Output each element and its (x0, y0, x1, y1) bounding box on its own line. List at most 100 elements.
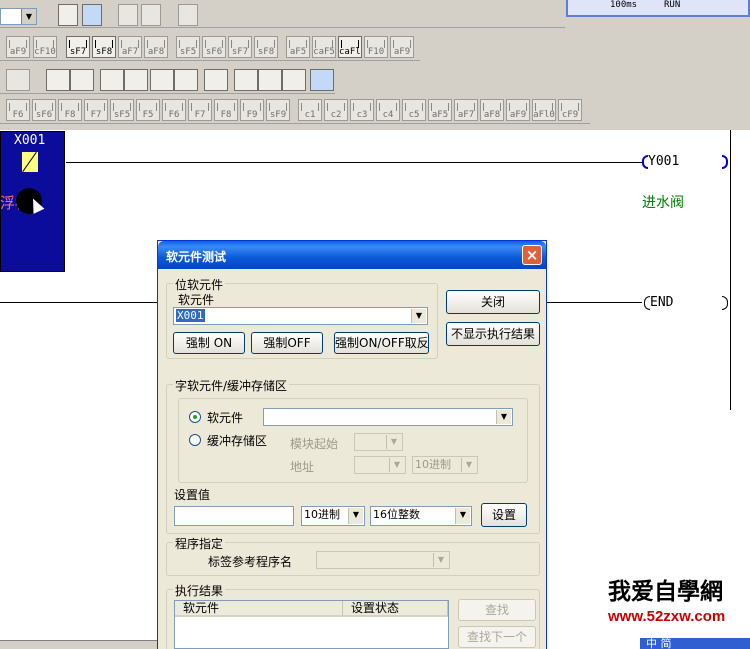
key-F8[interactable]: F8 (58, 99, 82, 121)
toolbar-icon-r3g[interactable] (258, 69, 282, 91)
force-toggle-button[interactable]: 强制ON/OFF取反 (334, 332, 429, 354)
bit-device-label: 软元件 (178, 293, 215, 307)
toolbar-icon-c[interactable] (178, 4, 198, 26)
close-button[interactable]: 关闭 (446, 290, 540, 314)
monitor-tree-icon[interactable] (82, 4, 102, 26)
key-F8b[interactable]: F8 (214, 99, 238, 121)
chevron-down-icon[interactable]: ▼ (433, 553, 448, 567)
label-reference-label: 标签参考程序名 (208, 555, 293, 569)
chevron-down-icon[interactable]: ▼ (411, 309, 426, 323)
key-c3[interactable]: c3 (350, 99, 374, 121)
chevron-down-icon[interactable]: ▼ (21, 9, 36, 24)
find-button[interactable]: 查找 (458, 599, 536, 621)
address-radix-combo[interactable]: 10进制 ▼ (412, 456, 478, 474)
window-icon[interactable] (310, 69, 334, 91)
toolbar-icon-r3e[interactable] (174, 69, 198, 91)
key-aF8[interactable]: aF8 (144, 36, 168, 58)
address-combo[interactable]: ▼ (354, 456, 406, 474)
key-caF5[interactable]: caF5 (312, 36, 336, 58)
key-F9[interactable]: F9 (240, 99, 264, 121)
coil-y001-label[interactable]: Y001 (648, 154, 679, 169)
module-start-combo[interactable]: ▼ (354, 433, 403, 451)
chevron-down-icon[interactable]: ▼ (496, 410, 511, 424)
toolbar-icon-r3c[interactable] (124, 69, 148, 91)
toolbar-icon-r3h[interactable] (282, 69, 306, 91)
toolbar-icon-r3b[interactable] (100, 69, 124, 91)
key-caFl0[interactable]: caFl0 (338, 36, 362, 58)
key-F5[interactable]: F5 (136, 99, 160, 121)
chevron-down-icon[interactable]: ▼ (455, 508, 470, 524)
radio-device[interactable] (189, 411, 201, 423)
column-device[interactable]: 软元件 (175, 601, 343, 617)
toolbar-icon-r3f[interactable] (234, 69, 258, 91)
toolbar-combo[interactable]: ▼ (0, 8, 37, 25)
device-search-icon[interactable] (58, 4, 78, 26)
key-sF6[interactable]: sF6 (202, 36, 226, 58)
set-value-label: 设置值 (174, 488, 211, 502)
key-aF5[interactable]: aF5 (428, 99, 452, 121)
device-batch-icon[interactable] (46, 69, 70, 91)
watermark-logo: 我爱自學網 (608, 572, 750, 602)
key-sF8[interactable]: sF8 (92, 36, 116, 58)
key-c5[interactable]: c5 (402, 99, 426, 121)
find-next-button[interactable]: 查找下一个 (458, 626, 536, 648)
word-device-combo[interactable]: ▼ (263, 408, 513, 426)
force-off-button[interactable]: 强制OFF (251, 332, 323, 354)
set-value-input[interactable] (174, 506, 294, 526)
key-c2[interactable]: c2 (324, 99, 348, 121)
key-aF9[interactable]: aF9 (390, 36, 414, 58)
chevron-down-icon[interactable]: ▼ (389, 458, 404, 472)
key-F7[interactable]: F7 (84, 99, 108, 121)
chevron-down-icon[interactable]: ▼ (386, 435, 401, 449)
key-aF5[interactable]: aF5 (286, 36, 310, 58)
label-reference-combo[interactable]: ▼ (316, 551, 450, 569)
set-button[interactable]: 设置 (481, 503, 527, 527)
key-F7b[interactable]: F7 (188, 99, 212, 121)
dialog-title-bar[interactable]: 软元件测试 × (158, 241, 546, 269)
toolbar-icon-b[interactable] (141, 4, 161, 26)
key-F10[interactable]: F10 (364, 36, 388, 58)
watermark-text: 我爱自學網 (608, 579, 723, 602)
key-aF7[interactable]: aF7 (454, 99, 478, 121)
toolbar-icon-r3a[interactable] (6, 69, 30, 91)
results-list[interactable]: 软元件 设置状态 (174, 600, 449, 649)
key-aFl0[interactable]: aFl0 (532, 99, 556, 121)
key-sF9[interactable]: sF9 (266, 99, 290, 121)
rung-line-1 (66, 162, 642, 163)
toolbar-icon-r3d[interactable] (150, 69, 174, 91)
chevron-down-icon[interactable]: ▼ (348, 508, 363, 524)
key-cF10[interactable]: cF10 (33, 36, 57, 58)
key-aF9[interactable]: aF9 (506, 99, 530, 121)
force-on-button[interactable]: 强制 ON (173, 332, 245, 354)
radio-buffer[interactable] (189, 434, 201, 446)
bit-device-combo[interactable]: X001 ▼ (173, 307, 428, 325)
key-sF8b[interactable]: sF8 (254, 36, 278, 58)
hide-results-button[interactable]: 不显示执行结果 (446, 322, 540, 346)
close-icon[interactable]: × (522, 245, 542, 265)
radix-combo[interactable]: 10进制 ▼ (301, 506, 365, 526)
key-c1[interactable]: c1 (298, 99, 322, 121)
key-sF6[interactable]: sF6 (32, 99, 56, 121)
toolbar-icon-a[interactable] (118, 4, 138, 26)
key-sF5[interactable]: sF5 (176, 36, 200, 58)
column-state[interactable]: 设置状态 (343, 601, 448, 617)
monitor-icon[interactable] (70, 69, 94, 91)
data-type-combo[interactable]: 16位整数 ▼ (370, 506, 472, 526)
end-instruction[interactable]: END (650, 295, 673, 310)
key-aF7[interactable]: aF7 (118, 36, 142, 58)
key-cF9[interactable]: cF9 (558, 99, 582, 121)
key-aF8[interactable]: aF8 (480, 99, 504, 121)
contact-symbol[interactable] (22, 152, 38, 172)
radio-buffer-label: 缓冲存储区 (207, 434, 268, 448)
key-F6b[interactable]: F6 (162, 99, 186, 121)
key-sF7[interactable]: sF7 (66, 36, 90, 58)
key-sF5[interactable]: sF5 (110, 99, 134, 121)
key-sF7b[interactable]: sF7 (228, 36, 252, 58)
key-aF9-left[interactable]: aF9 (6, 36, 30, 58)
key-c4[interactable]: c4 (376, 99, 400, 121)
scan-time: 100ms (610, 0, 638, 10)
key-F6[interactable]: F6 (6, 99, 30, 121)
device-test-icon[interactable] (204, 69, 228, 91)
chevron-down-icon[interactable]: ▼ (461, 458, 476, 472)
horizontal-scrollbar[interactable] (0, 640, 160, 649)
